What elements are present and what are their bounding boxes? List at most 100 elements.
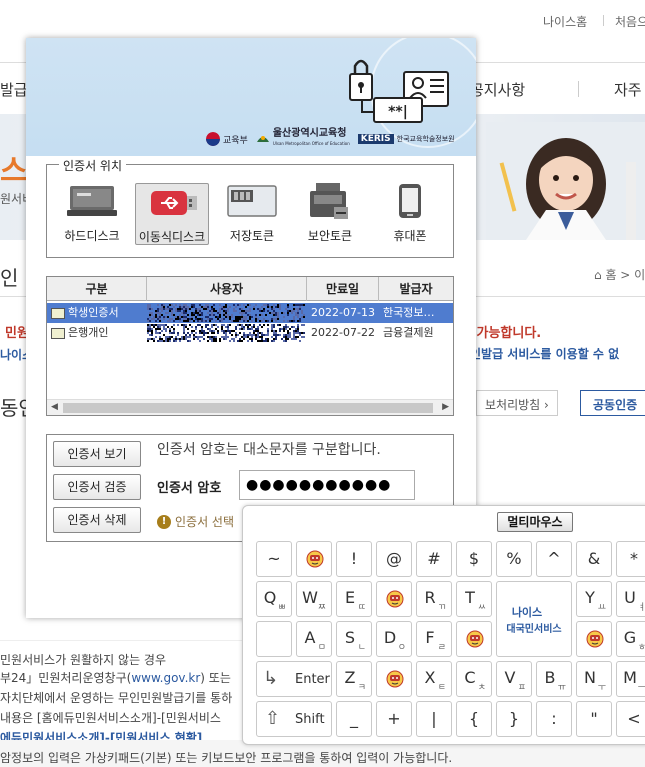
info-icon: !	[157, 514, 171, 529]
key[interactable]: Aㅁ	[296, 621, 332, 657]
top-nav: 나이스홈 처음으	[0, 0, 645, 42]
keris-logo: KERIS 한국교육학술정보원	[357, 134, 455, 144]
key[interactable]: Bㅠ	[536, 661, 572, 697]
virtual-keyboard: 멀티마우스 나이스 대국민서비스 ~! @ # $% ^ & * Q ㅃ W ㅉ E ㄸ R ㄲ T ㅆ Y ㅛ U ㅕ…	[242, 505, 645, 745]
key[interactable]: :	[536, 701, 572, 737]
mascot-icon	[586, 630, 604, 648]
banner-student-illustration	[486, 122, 645, 240]
key[interactable]: Zㅋ	[336, 661, 372, 697]
top-link-first-visit[interactable]: 처음으	[615, 13, 645, 30]
key[interactable]: Gㅎ	[616, 621, 645, 657]
col-header-expiry[interactable]: 만료일	[307, 277, 379, 301]
key[interactable]: &	[576, 541, 612, 577]
certificate-table: 구분 사용자 만료일 발급자 학생인증서 2022-07-13 한국정보… 은행…	[46, 276, 454, 416]
table-header: 구분 사용자 만료일 발급자	[47, 277, 453, 301]
key[interactable]: %	[496, 541, 532, 577]
mobile-phone-icon	[399, 184, 421, 218]
enter-arrow-icon: ↳	[263, 668, 279, 689]
key[interactable]: Nㅜ	[576, 661, 612, 697]
key[interactable]: }	[496, 701, 532, 737]
blank-key[interactable]	[256, 621, 292, 657]
scroll-left-icon[interactable]: ◀	[51, 402, 58, 412]
key[interactable]: Tㅆ	[456, 581, 492, 617]
notice-blue-right: 인발급 서비스를 이용할 수 없	[470, 347, 620, 361]
scroll-right-icon[interactable]: ▶	[442, 402, 449, 412]
cert-location-group: 인증서 위치 하드디스크 이동식디스크 저장토큰 보안토큰 휴대폰	[46, 157, 454, 258]
key[interactable]: Yㅛ	[576, 581, 612, 617]
nice-brand-key[interactable]: 나이스 대국민서비스	[496, 581, 572, 657]
redacted-user-mosaic	[147, 304, 305, 322]
sponsor-logos: 교육부 울산광역시교육청 Ulsan Metropolitan Office of…	[206, 128, 471, 150]
top-link-home[interactable]: 나이스홈	[543, 13, 587, 30]
key[interactable]: Eㄸ	[336, 581, 372, 617]
random-mascot-key[interactable]	[576, 621, 612, 657]
key[interactable]: Vㅍ	[496, 661, 532, 697]
key[interactable]: <	[616, 701, 645, 737]
table-row[interactable]: 은행개인 2022-07-22 금융결제원	[47, 323, 453, 343]
key[interactable]: Mㅡ	[616, 661, 645, 697]
menu-item-faq[interactable]: 자주	[614, 79, 642, 100]
key[interactable]: _	[336, 701, 372, 737]
key[interactable]: Qㅃ	[256, 581, 292, 617]
location-hard-disk[interactable]: 하드디스크	[55, 183, 129, 245]
certificate-icon	[51, 307, 65, 319]
random-mascot-key[interactable]	[456, 621, 492, 657]
case-sensitive-note: 인증서 암호는 대소문자를 구분합니다.	[157, 442, 381, 458]
mascot-icon	[466, 630, 484, 648]
key[interactable]: ^	[536, 541, 572, 577]
key[interactable]: Uㅕ	[616, 581, 645, 617]
key[interactable]: ~	[256, 541, 292, 577]
mascot-icon	[386, 670, 404, 688]
key[interactable]: "	[576, 701, 612, 737]
view-certificate-button[interactable]: 인증서 보기	[53, 441, 141, 467]
location-storage-token[interactable]: 저장토큰	[215, 183, 289, 245]
key[interactable]: $	[456, 541, 492, 577]
col-header-type[interactable]: 구분	[47, 277, 147, 301]
location-security-token[interactable]: 보안토큰	[293, 183, 367, 245]
key[interactable]: !	[336, 541, 372, 577]
enter-key[interactable]: ↳ Enter	[256, 661, 332, 697]
hard-disk-icon	[67, 186, 117, 216]
key[interactable]: Wㅉ	[296, 581, 332, 617]
key[interactable]: Dㅇ	[376, 621, 412, 657]
location-mobile-phone[interactable]: 휴대폰	[373, 183, 447, 245]
table-row[interactable]: 학생인증서 2022-07-13 한국정보…	[47, 303, 453, 323]
info-line: 민원서비스가 원활하지 않는 경우	[0, 653, 167, 667]
info-line: 내용은 [홈에듀민원서비스소개]-[민원서비스	[0, 711, 221, 725]
verify-certificate-button[interactable]: 인증서 검증	[53, 474, 141, 500]
key[interactable]: #	[416, 541, 452, 577]
password-label: 인증서 암호	[157, 481, 222, 496]
random-mascot-key[interactable]	[376, 661, 412, 697]
cert-password-icon: **|	[349, 59, 449, 123]
common-cert-button[interactable]: 공동인증	[580, 390, 645, 416]
multimouse-button[interactable]: 멀티마우스	[497, 512, 573, 532]
menu-item-notice[interactable]: 공지사항	[470, 79, 525, 100]
col-header-issuer[interactable]: 발급자	[379, 277, 453, 301]
col-header-user[interactable]: 사용자	[147, 277, 307, 301]
key[interactable]: {	[456, 701, 492, 737]
key[interactable]: +	[376, 701, 412, 737]
password-input[interactable]	[239, 470, 415, 500]
menu-item-issue[interactable]: 발급	[0, 79, 28, 100]
key[interactable]: Sㄴ	[336, 621, 372, 657]
key[interactable]: |	[416, 701, 452, 737]
delete-certificate-button[interactable]: 인증서 삭제	[53, 507, 141, 533]
key[interactable]: *	[616, 541, 645, 577]
location-removable-disk[interactable]: 이동식디스크	[135, 183, 209, 245]
mascot-icon	[306, 550, 324, 568]
key[interactable]: @	[376, 541, 412, 577]
scroll-thumb[interactable]	[63, 403, 433, 413]
page-title-fragment: 인	[0, 266, 19, 290]
horizontal-scrollbar[interactable]: ◀ ▶	[47, 399, 453, 415]
gov24-link[interactable]: www.gov.kr	[131, 671, 200, 685]
key[interactable]: Xㅌ	[416, 661, 452, 697]
shift-key[interactable]: ⇧ Shift	[256, 701, 332, 737]
random-mascot-key[interactable]	[376, 581, 412, 617]
key[interactable]: Fㄹ	[416, 621, 452, 657]
key[interactable]: Cㅊ	[456, 661, 492, 697]
chevron-right-icon: ›	[544, 398, 549, 412]
privacy-policy-button[interactable]: 보처리방침 ›	[476, 390, 558, 416]
key[interactable]: Rㄲ	[416, 581, 452, 617]
random-mascot-key[interactable]	[296, 541, 332, 577]
mascot-icon	[386, 590, 404, 608]
